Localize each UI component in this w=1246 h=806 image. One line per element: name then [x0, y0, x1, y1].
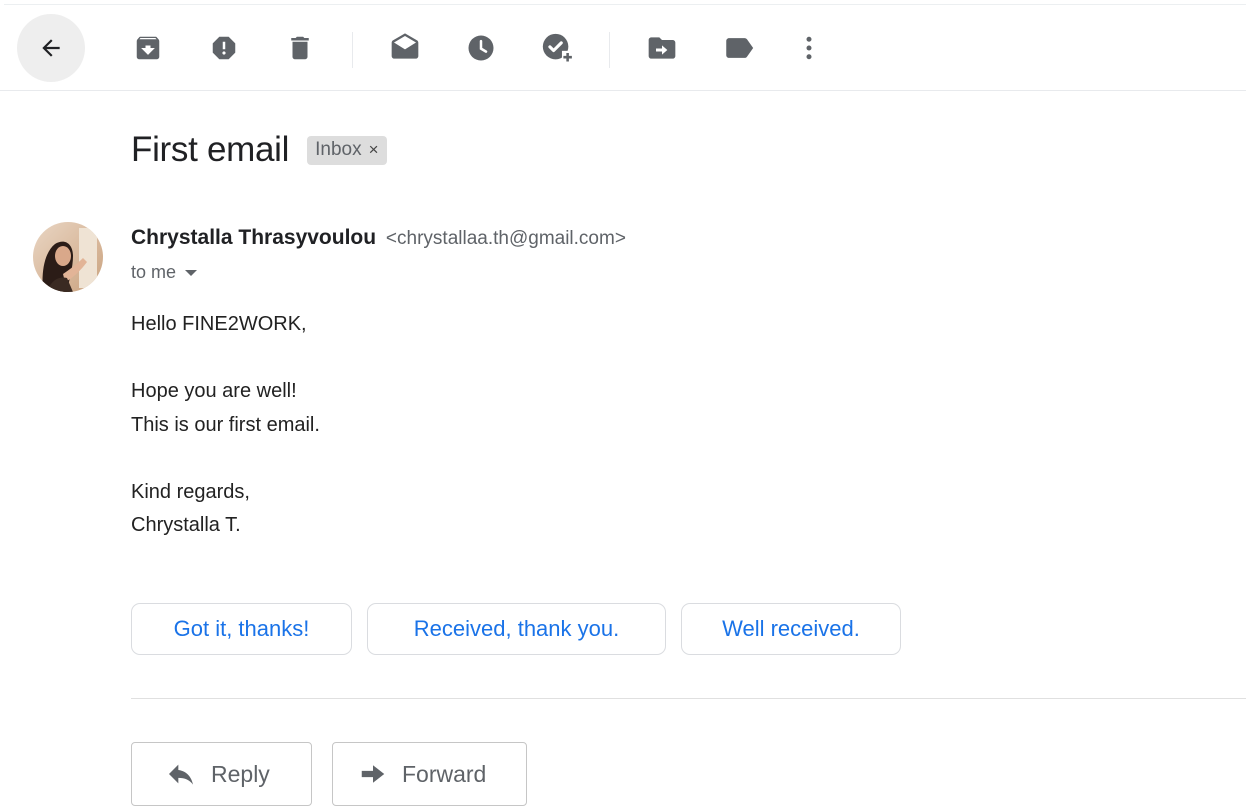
mark-unread-icon	[391, 33, 419, 59]
smart-reply-button[interactable]: Got it, thanks!	[131, 603, 352, 655]
email-subject: First email	[131, 130, 290, 169]
inbox-label-chip: Inbox ×	[307, 135, 387, 165]
delete-button[interactable]	[278, 26, 322, 70]
add-to-tasks-button[interactable]	[535, 26, 579, 70]
reply-icon	[169, 764, 193, 785]
reply-label: Reply	[211, 760, 270, 787]
body-line	[131, 442, 320, 476]
back-button[interactable]	[17, 14, 85, 82]
more-button[interactable]	[787, 26, 831, 70]
add-task-icon	[542, 33, 574, 64]
sender-photo	[33, 222, 103, 292]
labels-button[interactable]	[717, 26, 761, 70]
remove-label-button[interactable]: ×	[369, 140, 379, 160]
clock-icon	[468, 35, 494, 61]
sender-name[interactable]: Chrystalla Thrasyvoulou	[131, 226, 376, 249]
subject-row: First email Inbox ×	[131, 128, 387, 172]
toolbar	[0, 8, 1246, 91]
avatar[interactable]	[33, 222, 103, 292]
trash-icon	[291, 36, 309, 60]
archive-button[interactable]	[126, 26, 170, 70]
forward-label: Forward	[402, 760, 487, 787]
smart-reply-button[interactable]: Well received.	[681, 603, 901, 655]
archive-icon	[136, 36, 160, 60]
move-to-button[interactable]	[640, 26, 684, 70]
body-line: Hello FINE2WORK,	[131, 313, 307, 335]
body-line: Chrystalla T.	[131, 514, 241, 536]
body-line	[131, 342, 320, 376]
sender-email: <chrystallaa.th@gmail.com>	[385, 228, 626, 249]
more-vert-icon	[806, 36, 812, 60]
forward-button[interactable]: Forward	[332, 742, 527, 806]
recipient-details-toggle[interactable]: to me	[131, 262, 198, 283]
move-to-icon	[648, 37, 676, 59]
smart-reply-button[interactable]: Received, thank you.	[367, 603, 666, 655]
reply-button[interactable]: Reply	[131, 742, 312, 806]
snooze-button[interactable]	[459, 26, 503, 70]
label-chip-text: Inbox	[315, 138, 362, 160]
recipient-text: to me	[131, 262, 177, 282]
smart-replies: Got it, thanks! Received, thank you. Wel…	[131, 603, 916, 655]
report-spam-icon	[212, 36, 236, 60]
label-icon	[726, 38, 754, 58]
body-line: Kind regards,	[131, 480, 250, 503]
top-border	[4, 4, 1246, 5]
toolbar-separator	[352, 32, 353, 68]
body-line: Hope you are well!	[131, 380, 297, 402]
sender-row: Chrystalla Thrasyvoulou <chrystallaa.th@…	[131, 226, 626, 250]
report-spam-button[interactable]	[202, 26, 246, 70]
forward-icon	[361, 765, 385, 783]
toolbar-separator	[609, 32, 610, 68]
arrow-back-icon	[42, 39, 60, 57]
email-body: Hello FINE2WORK, Hope you are well! This…	[131, 308, 320, 543]
body-line: This is our first email.	[131, 413, 320, 436]
divider	[131, 698, 1246, 699]
caret-down-icon	[185, 269, 198, 276]
mark-unread-button[interactable]	[383, 26, 427, 70]
